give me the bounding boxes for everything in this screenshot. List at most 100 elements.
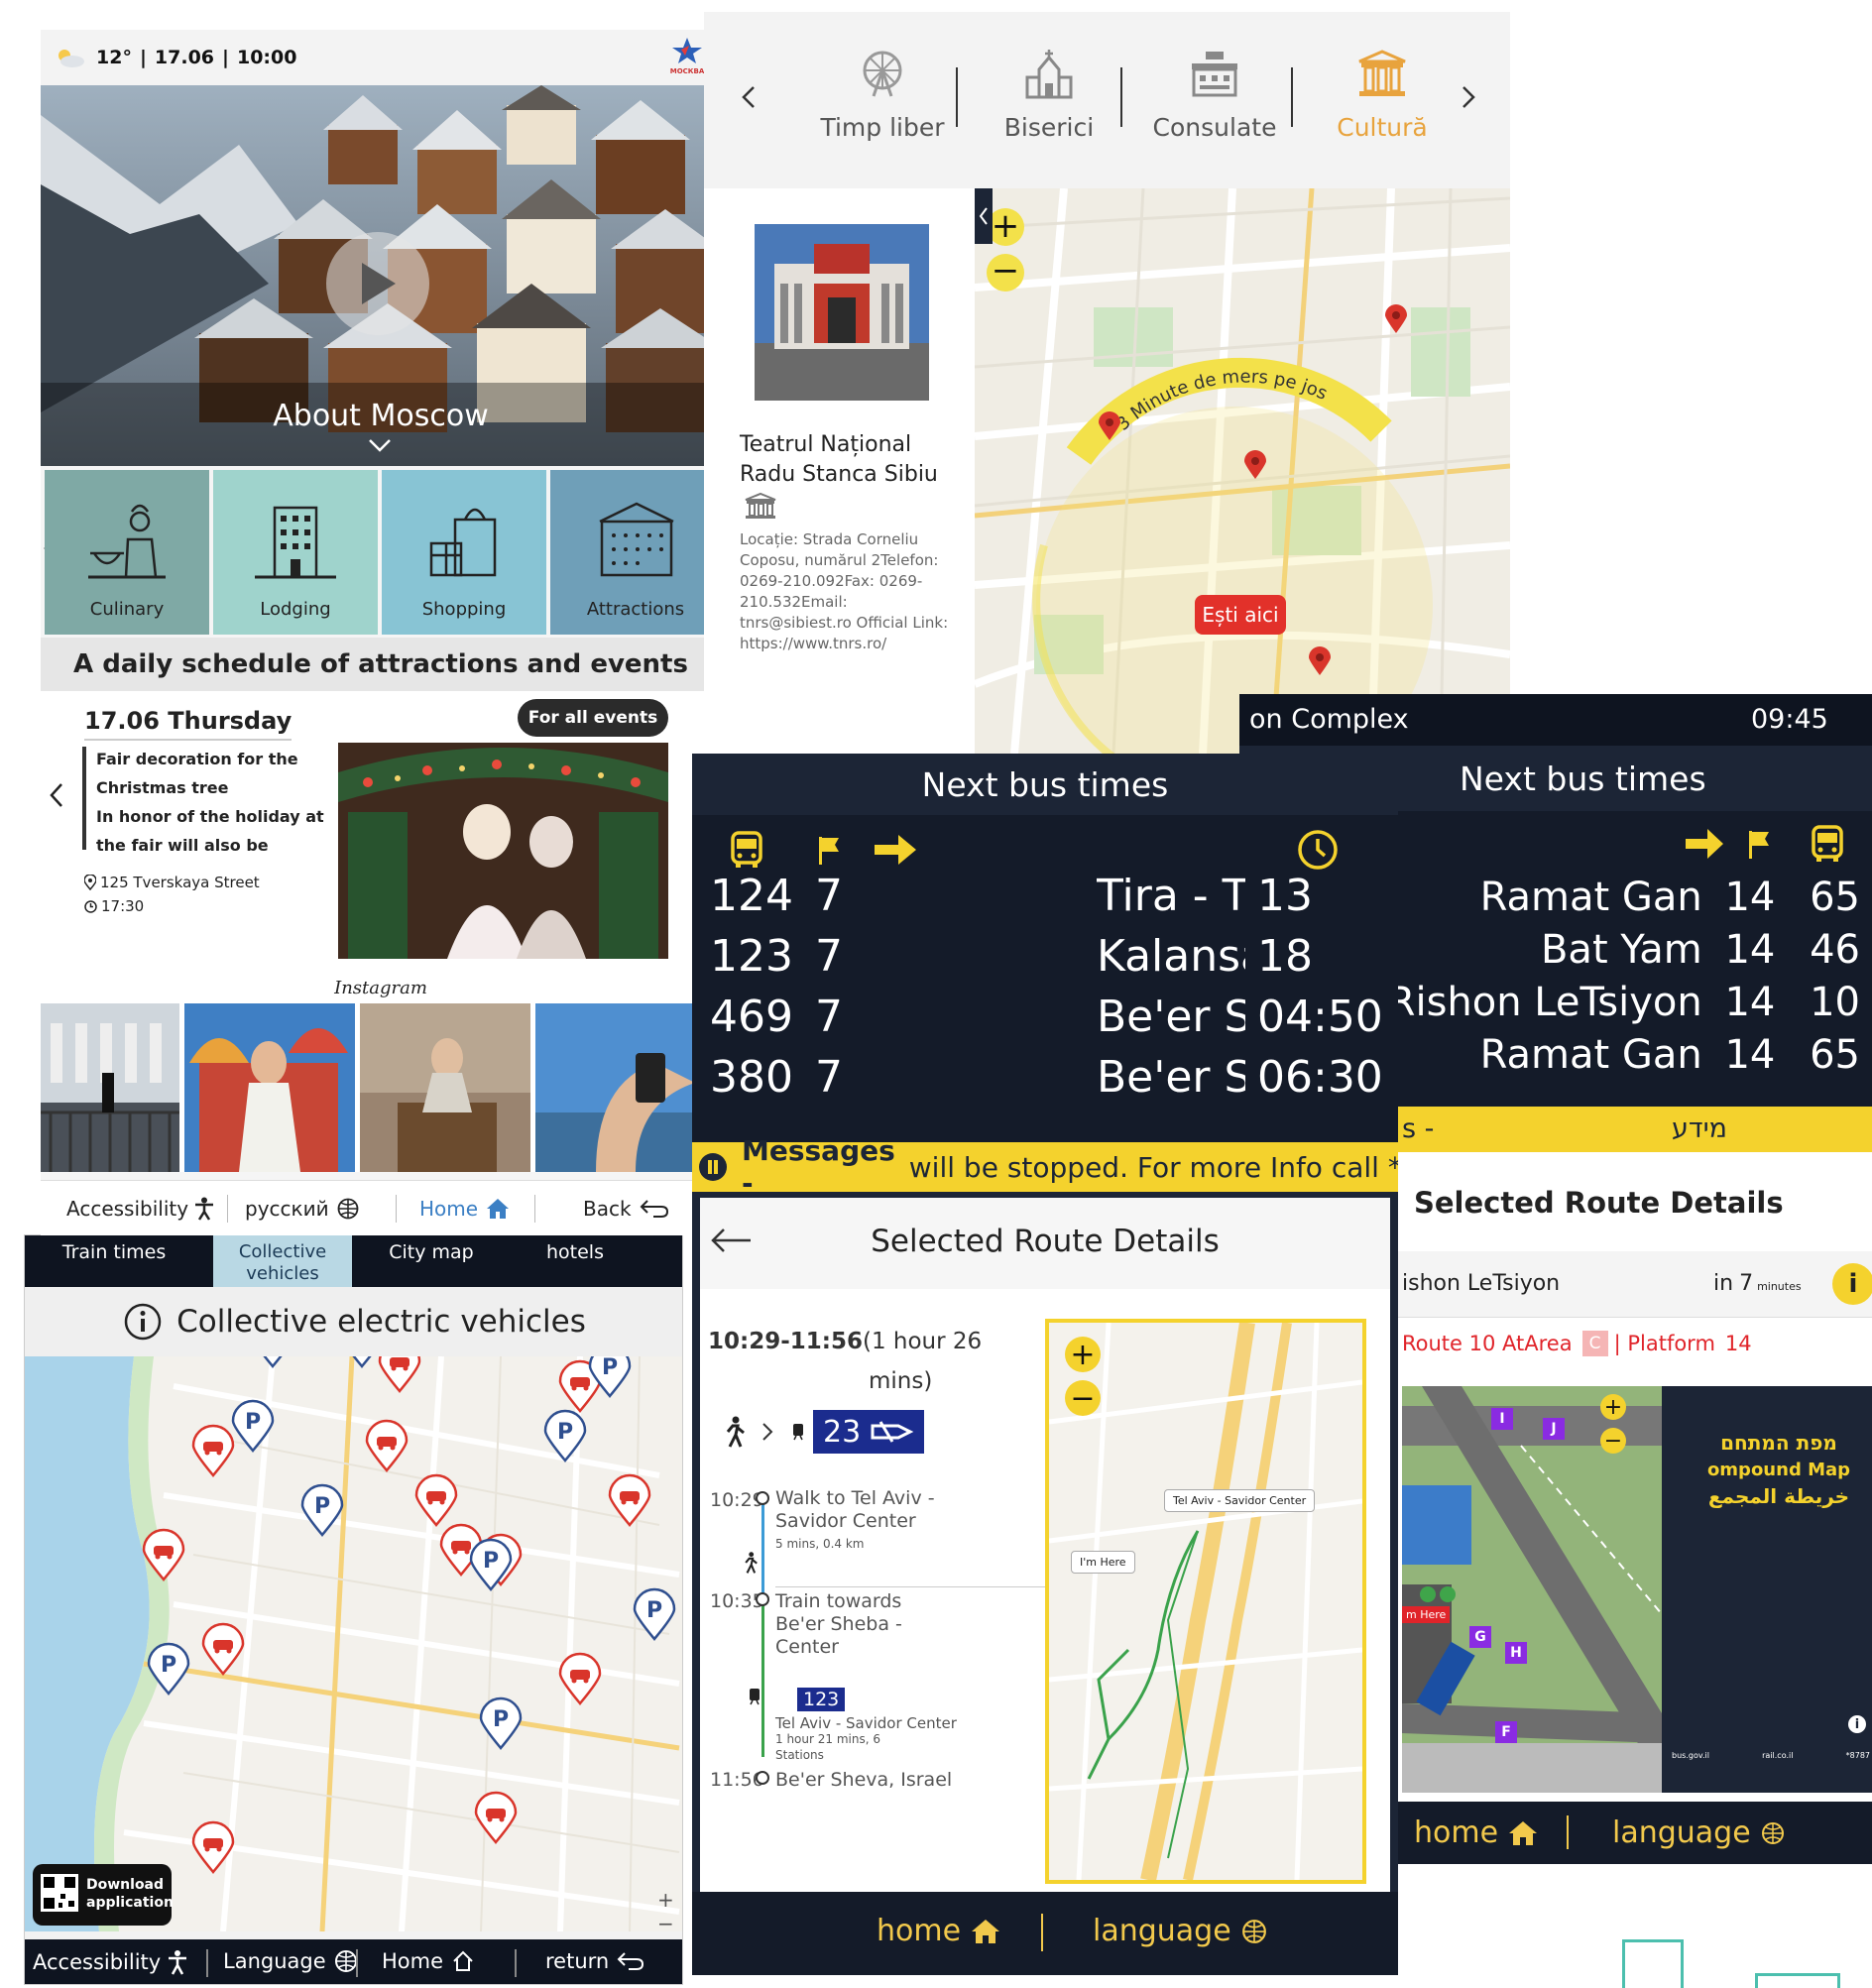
home-label: home [877,1914,962,1948]
bus-destination: Tira - Tir [1097,871,1245,921]
category-consulate[interactable]: Consulate [1135,44,1294,142]
play-button[interactable] [326,232,429,335]
home-button[interactable]: home [877,1914,1000,1948]
bus-line: 469 [710,992,793,1042]
back-button[interactable]: Back [583,1197,669,1221]
category-shopping[interactable]: Shopping [382,470,546,635]
platform-flag-icon [1747,829,1773,861]
svg-text:P: P [557,1420,573,1445]
home-button[interactable]: home [1414,1815,1538,1850]
map-pin-icon[interactable] [1244,450,1266,480]
city-map[interactable]: PPPPPPPPPP [25,1356,682,1931]
info-icon[interactable]: i [1848,1715,1866,1733]
collective-vehicles-screen: Train times Collective vehicles City map… [24,1234,683,1985]
theatre-icon [744,492,777,520]
return-button[interactable]: return [545,1949,644,1973]
place-name-line: Teatrul Național [740,432,912,457]
moscow-logo: МОСКВА [667,36,707,75]
place-photo[interactable] [755,224,929,401]
hero-title: About Moscow [273,399,489,433]
tab-collective-vehicles[interactable]: Collective vehicles [213,1235,352,1287]
svg-text:P: P [646,1598,662,1623]
event-photo[interactable] [338,743,668,959]
language-button[interactable]: русский [245,1197,359,1221]
chevron-down-icon[interactable] [368,438,392,452]
info-icon[interactable]: i [1832,1263,1872,1305]
bus-row: 124 7 Tira - Tir13 [692,871,1398,928]
home-label: Home [382,1949,444,1973]
category-culinary[interactable]: Culinary [45,470,209,635]
svg-text:P: P [245,1410,261,1435]
bus-line: 65 [1810,875,1860,920]
detail-line: 0269-210.092Fax: 0269- [740,572,923,590]
svg-text:P: P [314,1494,330,1519]
map-marker-h[interactable]: H [1505,1642,1527,1664]
decorative-frame [1755,1973,1840,1988]
train-line-number: 23 [823,1414,862,1450]
schedule-title: A daily schedule of attractions and even… [41,638,721,691]
ticker-left: s - [1402,1113,1435,1144]
globe-icon [334,1949,358,1973]
shopping-bag-icon [421,500,507,579]
map-marker-i[interactable]: I [1491,1408,1513,1430]
route-header: Selected Route Details [700,1198,1390,1289]
tab-hotels[interactable]: hotels [516,1235,635,1287]
zoom-out-button[interactable]: − [987,254,1024,292]
language-button[interactable]: language [1093,1914,1267,1948]
accessibility-button[interactable]: Accessibility [33,1949,188,1975]
zoom-out-button[interactable]: − [1600,1428,1626,1454]
zoom-in-button[interactable]: + [1600,1394,1626,1420]
step-sub: Stations [775,1748,824,1762]
map-pin-icon[interactable] [1099,411,1120,441]
globe-icon [1241,1919,1267,1944]
category-lodging[interactable]: Lodging [213,470,378,635]
home-button[interactable]: Home [382,1949,475,1973]
chevron-right-icon[interactable] [1462,85,1475,109]
map-marker-j[interactable]: J [1543,1418,1565,1440]
home-button[interactable]: Home [419,1197,510,1221]
all-events-button[interactable]: For all events [518,699,668,737]
bus-row: 123 7 Kalansaі18 [692,931,1398,989]
bus-row: Bat Yam 14 46 [1541,927,1860,979]
map-marker-g[interactable]: G [1469,1626,1491,1648]
category-biserici[interactable]: Biserici [970,44,1128,142]
time-text: 17:30 [101,897,145,915]
logo-bus: bus.gov.il [1672,1751,1709,1760]
chevron-left-icon[interactable] [49,782,64,808]
chevron-left-icon[interactable] [742,85,756,109]
home-icon [486,1198,510,1220]
place-details: Locație: Strada Corneliu Coposu, numărul… [740,529,948,654]
download-app-badge[interactable]: Download application [33,1864,174,1926]
map-pin-icon[interactable] [1309,646,1331,676]
zoom-in-button[interactable]: + [1065,1337,1101,1372]
category-timp-liber[interactable]: Timp liber [803,44,962,142]
zoom-out-button[interactable]: − [1065,1380,1101,1416]
walking-icon [722,1416,748,1448]
language-button[interactable]: Language [223,1949,358,1973]
category-cultura[interactable]: Cultură [1303,44,1462,142]
accessibility-button[interactable]: Accessibility [66,1197,214,1221]
category-attractions[interactable]: Attractions [550,470,721,635]
language-button[interactable]: language [1612,1815,1785,1850]
step-text: Tel Aviv - Savidor Center [775,1714,957,1732]
map-marker-f[interactable]: F [1495,1721,1517,1743]
step-text: Train towards [775,1590,902,1612]
sibiu-map[interactable]: 3 Minute de mers pe jos + − Ești aici [975,188,1510,754]
collective-title-bar: Collective electric vehicles [25,1287,682,1356]
category-label: Consulate [1152,113,1277,142]
schedule-date: 17.06 Thursday [84,707,292,741]
instagram-photos[interactable] [41,1003,721,1172]
return-label: return [545,1949,610,1973]
collapse-panel-button[interactable] [975,188,993,244]
tab-train-times[interactable]: Train times [45,1235,183,1287]
chevron-right-icon [761,1422,773,1442]
route-line-info: Route 10 AtArea C | Platform 14 [1402,1331,1752,1356]
hero-video[interactable]: About Moscow [41,85,721,466]
d-bottom-bar: home language [692,1892,1398,1975]
zoom-controls[interactable]: + − [657,1888,674,1935]
bus-platform: 7 [815,871,843,921]
place-link[interactable]: https://www.tnrs.ro/ [740,634,948,654]
route-map[interactable]: + − Tel Aviv - Savidor Center I'm Here [1045,1319,1366,1884]
map-pin-icon[interactable] [1385,304,1407,334]
tab-city-map[interactable]: City map [372,1235,491,1287]
